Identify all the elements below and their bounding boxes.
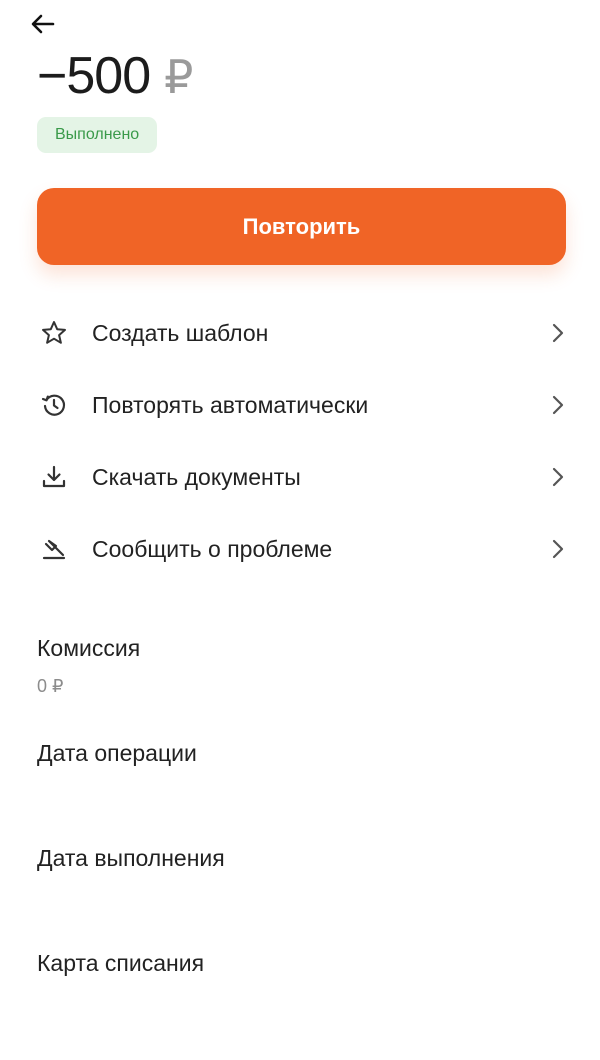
report-problem-item[interactable]: Сообщить о проблеме <box>0 513 600 585</box>
currency-sign: ₽ <box>164 51 193 103</box>
chevron-right-icon <box>550 322 566 344</box>
status-badge: Выполнено <box>37 117 158 153</box>
history-icon <box>40 391 68 419</box>
amount: −500 ₽ <box>37 46 193 106</box>
operation-date-label: Дата операции <box>37 740 197 766</box>
commission-value: 0 ₽ <box>37 676 64 696</box>
transaction-details-screen: −500 ₽ Выполнено Повторить Создать шабло… <box>0 0 600 1060</box>
chevron-right-icon <box>550 538 566 560</box>
download-documents-item[interactable]: Скачать документы <box>0 441 600 513</box>
actions-list: Создать шаблон Повторять автоматически С… <box>0 297 600 585</box>
chevron-right-icon <box>550 466 566 488</box>
debit-card-label: Карта списания <box>37 950 205 976</box>
chevron-right-icon <box>550 394 566 416</box>
commission-label: Комиссия <box>37 635 141 661</box>
create-template-item[interactable]: Создать шаблон <box>0 297 600 369</box>
back-button[interactable] <box>28 10 58 38</box>
repeat-automatically-item[interactable]: Повторять автоматически <box>0 369 600 441</box>
download-documents-label: Скачать документы <box>92 463 301 490</box>
repeat-automatically-label: Повторять автоматически <box>92 391 369 418</box>
execution-date-label: Дата выполнения <box>37 845 225 871</box>
repeat-button[interactable]: Повторить <box>37 188 566 265</box>
amount-value: −500 <box>37 47 151 105</box>
arrow-left-icon <box>31 14 55 34</box>
report-problem-label: Сообщить о проблеме <box>92 535 333 562</box>
create-template-label: Создать шаблон <box>92 319 269 346</box>
download-icon <box>40 463 68 491</box>
star-icon <box>40 319 68 347</box>
report-problem-icon <box>40 535 68 563</box>
